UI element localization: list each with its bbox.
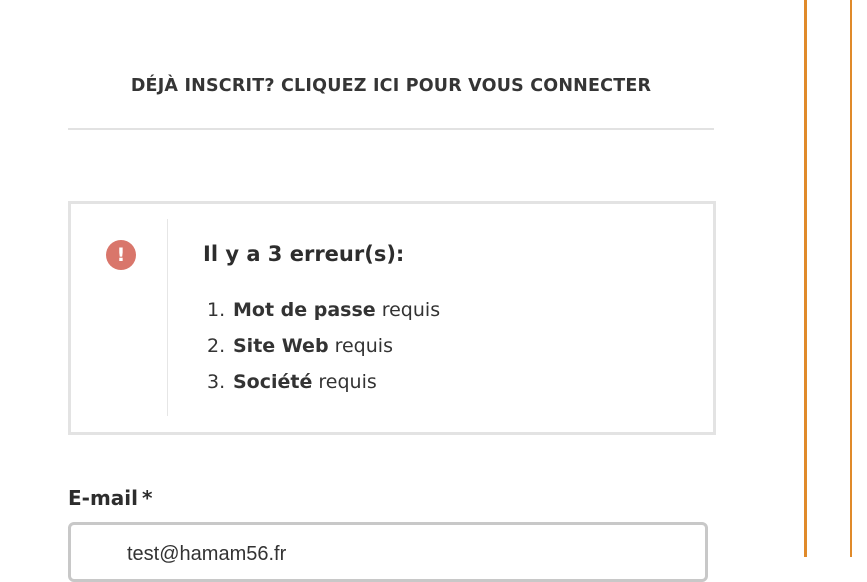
error-item: 2. Site Web requis <box>207 335 393 357</box>
error-list: 1. Mot de passe requis 2. Site Web requis … <box>207 296 440 404</box>
error-field: Société <box>233 371 313 393</box>
error-separator <box>167 219 168 416</box>
error-icon: ! <box>106 240 136 270</box>
error-title: Il y a 3 erreur(s): <box>203 242 405 266</box>
divider <box>68 128 714 130</box>
error-item: 3. Société requis <box>207 371 377 393</box>
error-field: Site Web <box>233 335 329 357</box>
required-mark: * <box>142 486 153 510</box>
email-field[interactable]: test@hamam56.fr <box>68 522 708 582</box>
email-label: E-mail * <box>68 486 153 510</box>
right-panel-border-inner <box>850 0 852 557</box>
right-panel-border <box>804 0 807 557</box>
error-field: Mot de passe <box>233 299 376 321</box>
error-alert: ! Il y a 3 erreur(s): 1. Mot de passe req… <box>68 201 716 435</box>
right-panel <box>807 0 867 557</box>
login-link[interactable]: DÉJÀ INSCRIT? CLIQUEZ ICI POUR VOUS CONN… <box>68 76 714 96</box>
error-item: 1. Mot de passe requis <box>207 299 441 321</box>
